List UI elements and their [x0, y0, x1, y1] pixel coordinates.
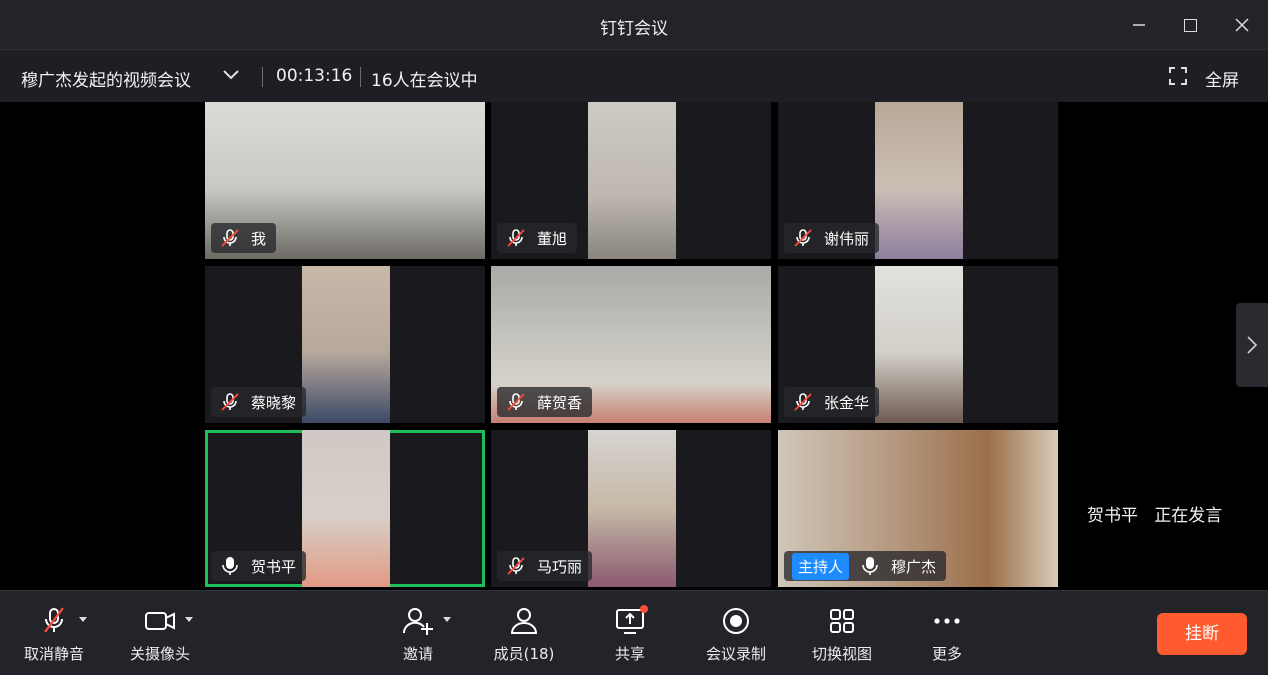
unmute-label: 取消静音: [23, 645, 84, 663]
video-grid: 我 董旭 谢伟丽 蔡晓黎 薛贺香 张金华 贺书平 马巧丽 主持人 穆广杰 贺书平…: [0, 102, 1268, 590]
mic-muted-icon: [794, 393, 812, 411]
participant-name: 蔡晓黎: [251, 393, 297, 412]
fullscreen-button[interactable]: 全屏: [1205, 66, 1239, 91]
more-label: 更多: [931, 645, 962, 663]
participant-label: 张金华: [784, 387, 880, 417]
video-tile[interactable]: 马巧丽: [491, 430, 771, 587]
meeting-title[interactable]: 穆广杰发起的视频会议: [21, 66, 191, 91]
grid-view-icon: [824, 605, 860, 637]
share-button[interactable]: 共享: [612, 605, 648, 664]
participant-label: 主持人 穆广杰: [784, 551, 947, 581]
speaker-name: 贺书平: [1087, 506, 1138, 526]
title-bar: 钉钉会议: [0, 0, 1268, 50]
camera-off-button[interactable]: 关摄像头: [128, 605, 194, 664]
participant-name: 谢伟丽: [824, 229, 870, 248]
add-user-icon: [400, 605, 436, 637]
video-tile[interactable]: 张金华: [778, 266, 1058, 423]
camera-off-label: 关摄像头: [129, 645, 190, 663]
speaking-indicator: 贺书平 正在发言: [1087, 501, 1222, 526]
mic-icon: [222, 557, 238, 575]
unmute-button[interactable]: 取消静音: [22, 605, 88, 664]
invite-button[interactable]: 邀请: [400, 605, 451, 664]
mic-muted-icon: [507, 393, 525, 411]
record-label: 会议录制: [705, 645, 766, 663]
video-feed: [302, 430, 390, 587]
mic-muted-icon: [36, 605, 72, 637]
record-button[interactable]: 会议录制: [704, 605, 768, 664]
switch-view-label: 切换视图: [811, 645, 872, 663]
participant-name: 董旭: [537, 229, 568, 248]
caret-down-icon[interactable]: [442, 615, 452, 623]
members-label: 成员(18): [493, 645, 555, 663]
close-icon: [1235, 18, 1249, 32]
more-button[interactable]: 更多: [929, 605, 965, 664]
camera-icon: [142, 605, 178, 637]
video-tile[interactable]: 董旭: [491, 102, 771, 259]
mic-muted-icon: [794, 229, 812, 247]
switch-view-button[interactable]: 切换视图: [810, 605, 874, 664]
video-tile[interactable]: 谢伟丽: [778, 102, 1058, 259]
meeting-timer: 00:13:16: [276, 66, 353, 86]
video-tile-active-speaker[interactable]: 贺书平: [205, 430, 485, 587]
share-screen-icon: [612, 605, 648, 637]
meeting-toolbar: 取消静音 关摄像头 邀请 成员(18) 共享 会议录制 切换视图 更多 挂断: [0, 590, 1268, 675]
participant-name: 张金华: [824, 393, 870, 412]
hangup-button[interactable]: 挂断: [1157, 613, 1247, 655]
host-badge: 主持人: [792, 552, 850, 580]
participant-label: 谢伟丽: [784, 223, 880, 253]
more-icon: [929, 605, 965, 637]
members-button[interactable]: 成员(18): [493, 605, 555, 664]
video-feed: [875, 102, 963, 259]
participant-label: 马巧丽: [497, 551, 593, 581]
caret-down-icon[interactable]: [184, 615, 194, 623]
mic-muted-icon: [221, 393, 239, 411]
video-tile[interactable]: 主持人 穆广杰: [778, 430, 1058, 587]
participant-label: 贺书平: [211, 551, 307, 581]
video-tile[interactable]: 我: [205, 102, 485, 259]
video-feed: [875, 266, 963, 423]
video-tile[interactable]: 蔡晓黎: [205, 266, 485, 423]
participant-label: 蔡晓黎: [211, 387, 307, 417]
divider: [360, 67, 361, 87]
participant-label: 我: [211, 223, 277, 253]
participant-name: 马巧丽: [537, 557, 583, 576]
meeting-info-bar: 穆广杰发起的视频会议 00:13:16 16人在会议中 全屏: [0, 50, 1268, 102]
video-tile[interactable]: 薛贺香: [491, 266, 771, 423]
video-feed: [588, 102, 676, 259]
maximize-button[interactable]: [1179, 14, 1201, 36]
record-icon: [718, 605, 754, 637]
participant-name: 贺书平: [251, 557, 297, 576]
invite-label: 邀请: [402, 645, 433, 663]
video-feed: [588, 430, 676, 587]
mic-muted-icon: [507, 557, 525, 575]
members-icon: [506, 605, 542, 637]
participant-count: 16人在会议中: [371, 71, 478, 91]
fullscreen-icon[interactable]: [1168, 66, 1188, 86]
participant-label: 董旭: [497, 223, 578, 253]
participant-name: 穆广杰: [891, 557, 937, 576]
minimize-icon: [1133, 24, 1145, 26]
close-button[interactable]: [1231, 14, 1253, 36]
next-page-button[interactable]: [1236, 303, 1268, 387]
mic-muted-icon: [221, 229, 239, 247]
mic-muted-icon: [507, 229, 525, 247]
chevron-right-icon: [1247, 336, 1258, 354]
minimize-button[interactable]: [1128, 14, 1150, 36]
participant-name: 薛贺香: [537, 393, 583, 412]
divider: [262, 67, 263, 87]
window-title: 钉钉会议: [600, 19, 668, 39]
caret-down-icon[interactable]: [78, 615, 88, 623]
participant-name: 我: [251, 229, 267, 248]
speaker-status: 正在发言: [1154, 506, 1223, 526]
chevron-down-icon[interactable]: [220, 63, 242, 85]
share-label: 共享: [614, 645, 645, 663]
video-feed: [302, 266, 390, 423]
maximize-icon: [1183, 19, 1197, 32]
notification-dot: [640, 605, 648, 613]
mic-icon: [862, 557, 878, 575]
participant-label: 薛贺香: [497, 387, 593, 417]
